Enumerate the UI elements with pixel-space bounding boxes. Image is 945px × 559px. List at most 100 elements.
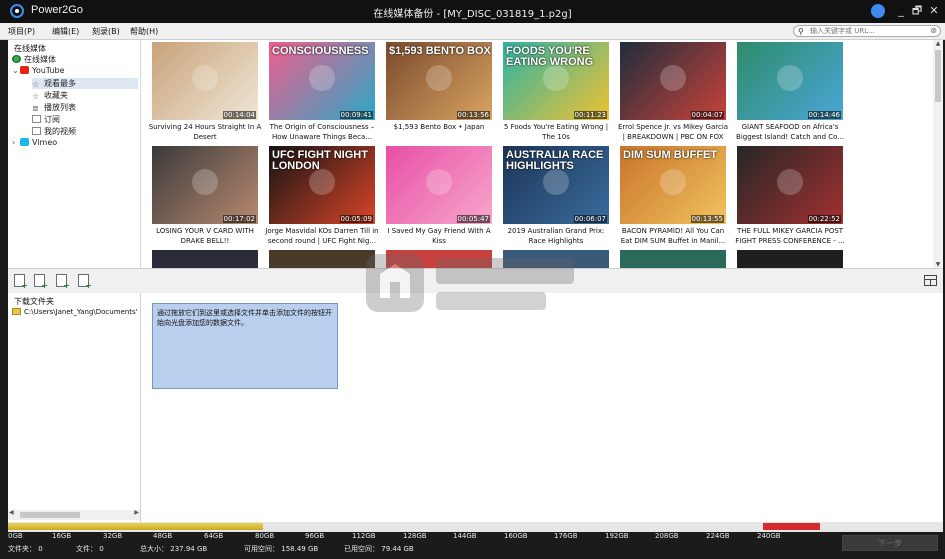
video-card[interactable]: 00:17:02 LOSING YOUR V CARD WITH DRAKE BE… bbox=[148, 146, 262, 247]
tree-item-most-viewed[interactable]: ☆ 观看最多 bbox=[32, 78, 138, 89]
video-thumbnail[interactable]: CONSCIOUSNESS 00:09:41 bbox=[269, 42, 375, 120]
youtube-icon bbox=[20, 66, 29, 74]
menu-project[interactable]: 项目(P) bbox=[8, 26, 35, 37]
add-folder-icon[interactable] bbox=[34, 274, 48, 290]
video-card[interactable]: 00:14:04 Surviving 24 Hours Straight In A… bbox=[148, 42, 262, 143]
clear-search-icon[interactable]: ⊗ bbox=[930, 26, 937, 35]
video-card-partial[interactable] bbox=[616, 250, 730, 268]
menu-burn[interactable]: 刻录(B) bbox=[92, 26, 120, 37]
video-card-partial[interactable] bbox=[382, 250, 496, 268]
video-grid-scrollbar[interactable]: ▲ ▼ bbox=[933, 40, 943, 268]
star-icon: ☆ bbox=[32, 92, 40, 101]
tree-heading: 在线媒体 bbox=[14, 44, 46, 53]
search-input[interactable] bbox=[810, 26, 922, 36]
video-title[interactable]: Surviving 24 Hours Straight In A Desert bbox=[148, 122, 262, 143]
scrollbar-thumb[interactable] bbox=[935, 50, 941, 102]
video-thumbnail[interactable]: FOODS YOU'RE EATING WRONG 00:11:23 bbox=[503, 42, 609, 120]
next-button[interactable]: 下一步 bbox=[842, 535, 938, 551]
video-card[interactable]: 00:05:47 I Saved My Gay Friend With A Kis… bbox=[382, 146, 496, 247]
video-card[interactable]: FOODS YOU'RE EATING WRONG 00:11:23 5 Foods… bbox=[499, 42, 613, 143]
restore-button[interactable]: 🗗 bbox=[910, 3, 924, 19]
video-card-partial[interactable] bbox=[148, 250, 262, 268]
video-thumbnail[interactable] bbox=[737, 250, 843, 268]
drop-hint-box[interactable]: 通过拖放它们到这里或选择文件并单击添加文件的按钮开始向光盘添加您的数据文件。 bbox=[152, 303, 338, 389]
video-thumbnail[interactable]: 00:17:02 bbox=[152, 146, 258, 224]
free-space: 可用空间： 158.49 GB bbox=[244, 545, 319, 553]
video-thumbnail[interactable] bbox=[269, 250, 375, 268]
close-button[interactable]: ✕ bbox=[927, 3, 941, 19]
video-title[interactable]: The Origin of Consciousness – How Unawar… bbox=[265, 122, 379, 143]
video-thumbnail[interactable] bbox=[152, 250, 258, 268]
video-card[interactable]: 00:14:46 GIANT SEAFOOD on Africa's Bigges… bbox=[733, 42, 847, 143]
video-title[interactable]: Jorge Masvidal KOs Darren Till in second… bbox=[265, 226, 379, 247]
video-title[interactable]: GIANT SEAFOOD on Africa's Biggest Island… bbox=[733, 122, 847, 143]
add-file-icon[interactable] bbox=[14, 274, 28, 290]
search-box: ⚲ ⊗ bbox=[793, 25, 941, 37]
video-card[interactable]: CONSCIOUSNESS 00:09:41 The Origin of Consc… bbox=[265, 42, 379, 143]
video-duration: 00:13:56 bbox=[456, 111, 490, 119]
scroll-up-icon[interactable]: ▲ bbox=[933, 40, 943, 47]
capacity-tick-label: 176GB bbox=[554, 532, 578, 540]
video-thumbnail[interactable]: 00:04:07 bbox=[620, 42, 726, 120]
scroll-down-icon[interactable]: ▼ bbox=[933, 261, 943, 268]
tree-item-playlists[interactable]: ≣ 播放列表 bbox=[32, 102, 76, 113]
thumbnail-figure bbox=[777, 65, 804, 92]
video-title[interactable]: I Saved My Gay Friend With A Kiss bbox=[382, 226, 496, 247]
video-thumbnail[interactable]: $1,593 BENTO BOX 00:13:56 bbox=[386, 42, 492, 120]
video-title[interactable]: BACON PYRAMID! All You Can Eat DIM SUM B… bbox=[616, 226, 730, 247]
video-title[interactable]: 2019 Australian Grand Prix: Race Highlig… bbox=[499, 226, 613, 247]
minimize-button[interactable]: _ bbox=[894, 3, 908, 19]
capacity-tick-label: 64GB bbox=[204, 532, 224, 540]
disc-content-pane: 下载文件夹 C:\Users\Janet_Yang\Documents' ◀ ▶… bbox=[8, 293, 943, 522]
new-item-icon[interactable] bbox=[78, 274, 92, 290]
copy-file-icon[interactable] bbox=[56, 274, 70, 290]
video-card[interactable]: DIM SUM BUFFET 00:13:55 BACON PYRAMID! All… bbox=[616, 146, 730, 247]
layout-toggle-icon[interactable] bbox=[924, 275, 937, 286]
capacity-tick-label: 80GB bbox=[255, 532, 275, 540]
video-thumbnail[interactable] bbox=[503, 250, 609, 268]
tree-item-subscriptions[interactable]: 订阅 bbox=[32, 114, 60, 125]
video-thumbnail[interactable]: 00:05:47 bbox=[386, 146, 492, 224]
video-card[interactable]: AUSTRALIA RACE HIGHLIGHTS 00:06:07 2019 Au… bbox=[499, 146, 613, 247]
expand-chevron-icon[interactable]: › bbox=[12, 138, 20, 147]
video-thumbnail[interactable] bbox=[386, 250, 492, 268]
user-account-icon[interactable] bbox=[871, 4, 885, 18]
video-title[interactable]: THE FULL MIKEY GARCIA POST FIGHT PRESS C… bbox=[733, 226, 847, 247]
video-card[interactable]: $1,593 BENTO BOX 00:13:56 $1,593 Bento Box… bbox=[382, 42, 496, 143]
expand-chevron-icon[interactable]: ⌄ bbox=[12, 66, 20, 75]
menu-help[interactable]: 帮助(H) bbox=[130, 26, 158, 37]
video-thumbnail[interactable]: 00:22:52 bbox=[737, 146, 843, 224]
video-thumbnail[interactable] bbox=[620, 250, 726, 268]
video-card[interactable]: 00:04:07 Errol Spence Jr. vs Mikey Garcia… bbox=[616, 42, 730, 143]
search-icon[interactable]: ⚲ bbox=[798, 27, 804, 36]
thumbnail-figure bbox=[426, 65, 453, 92]
tree-item-online-media[interactable]: 在线媒体 bbox=[12, 54, 56, 65]
tree-item-youtube[interactable]: ⌄ YouTube bbox=[12, 66, 65, 77]
video-title[interactable]: $1,593 Bento Box • Japan bbox=[382, 122, 496, 143]
video-title[interactable]: Errol Spence Jr. vs Mikey Garcia | BREAK… bbox=[616, 122, 730, 143]
video-thumbnail[interactable]: UFC FIGHT NIGHT LONDON 00:05:09 bbox=[269, 146, 375, 224]
tree-item-vimeo[interactable]: › Vimeo bbox=[12, 138, 57, 149]
video-thumbnail[interactable]: DIM SUM BUFFET 00:13:55 bbox=[620, 146, 726, 224]
video-card[interactable]: 00:22:52 THE FULL MIKEY GARCIA POST FIGHT… bbox=[733, 146, 847, 247]
video-thumbnail[interactable]: AUSTRALIA RACE HIGHLIGHTS 00:06:07 bbox=[503, 146, 609, 224]
video-card-partial[interactable] bbox=[265, 250, 379, 268]
tree-item-my-videos[interactable]: 我的视频 bbox=[32, 126, 76, 137]
download-folder-item[interactable]: C:\Users\Janet_Yang\Documents' bbox=[12, 308, 138, 316]
video-title[interactable]: LOSING YOUR V CARD WITH DRAKE BELL!! bbox=[148, 226, 262, 247]
menu-edit[interactable]: 编辑(E) bbox=[52, 26, 79, 37]
scrollbar-thumb[interactable] bbox=[20, 512, 80, 518]
folder-tree-hscrollbar[interactable]: ◀ ▶ bbox=[8, 509, 140, 520]
video-card-partial[interactable] bbox=[499, 250, 613, 268]
capacity-tick-label: 112GB bbox=[352, 532, 376, 540]
video-title[interactable]: 5 Foods You're Eating Wrong | The 10s bbox=[499, 122, 613, 143]
video-card-partial[interactable] bbox=[733, 250, 847, 268]
scroll-right-icon[interactable]: ▶ bbox=[134, 509, 139, 516]
video-card[interactable]: UFC FIGHT NIGHT LONDON 00:05:09 Jorge Masv… bbox=[265, 146, 379, 247]
video-thumbnail[interactable]: 00:14:04 bbox=[152, 42, 258, 120]
video-duration: 00:05:47 bbox=[456, 215, 490, 223]
list-icon: ≣ bbox=[32, 104, 39, 113]
scroll-left-icon[interactable]: ◀ bbox=[9, 509, 14, 516]
tree-item-favorites[interactable]: ☆ 收藏夹 bbox=[32, 90, 68, 101]
video-thumbnail[interactable]: 00:14:46 bbox=[737, 42, 843, 120]
